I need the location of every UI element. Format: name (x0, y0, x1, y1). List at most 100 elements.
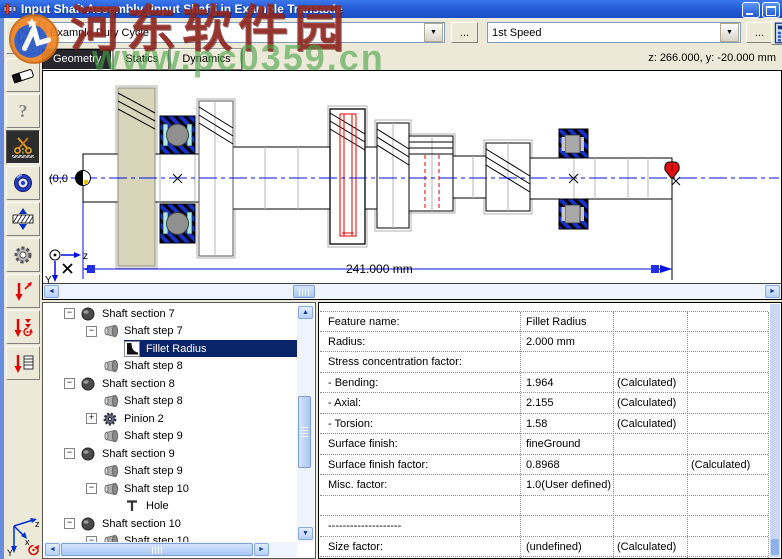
collapse-icon[interactable]: − (64, 448, 75, 460)
gear-selected-red[interactable] (329, 108, 366, 245)
table-column-divider (768, 312, 769, 558)
svg-text:Y: Y (45, 275, 52, 283)
point-load-button[interactable] (6, 274, 40, 308)
gear-tan[interactable] (117, 87, 156, 267)
tabs-row: Geometry Statics Dynamics z: 266.000, y: -… (40, 48, 782, 71)
tree-item[interactable]: Shaft step 8 (44, 358, 297, 376)
title-bar[interactable]: Input Shaft Assembly [Input Shaft] in Ex… (0, 0, 782, 18)
properties-scroll-thumb[interactable] (771, 539, 779, 555)
tree-item-label: Hole (146, 500, 169, 513)
table-row[interactable]: - Axial: 2.155 (Calculated) (320, 393, 768, 414)
prop-label: Radius: (328, 335, 366, 348)
prop-label: -------------------- (328, 520, 402, 532)
tree-item[interactable]: Hole (44, 498, 297, 516)
properties-panel: Feature name: Fillet Radius Radius: 2.000 m… (318, 302, 782, 559)
scroll-left-icon[interactable]: ◄ (45, 543, 60, 556)
duty-cycle-select[interactable]: Example Duty Cycle ▼ (45, 22, 445, 43)
select-tool-button[interactable] (6, 20, 40, 54)
properties-scrollbar[interactable] (770, 304, 780, 557)
load-table-button[interactable] (6, 346, 40, 380)
load-table-icon (10, 351, 36, 375)
prop-label: - Axial: (328, 397, 362, 409)
minimize-button[interactable] (742, 2, 760, 18)
tree-item[interactable]: − Shaft step 10 (44, 533, 297, 542)
cross-section-button[interactable] (6, 202, 40, 236)
table-row[interactable]: Radius: 2.000 mm (320, 332, 768, 352)
prop-status (687, 516, 768, 536)
tree-h-scrollbar[interactable]: ◄ ► (44, 542, 297, 557)
scroll-left-icon[interactable]: ◄ (44, 285, 59, 298)
chevron-down-icon[interactable]: ▼ (424, 23, 443, 42)
tree-v-scrollbar[interactable]: ▲ ▼ (297, 304, 314, 542)
table-row[interactable]: Size factor: (undefined) (Calculated) (320, 537, 768, 557)
scroll-down-icon[interactable]: ▼ (298, 527, 313, 540)
prop-value: 0.8968 (526, 458, 560, 471)
help-icon: ? (10, 99, 36, 123)
drawing-h-scrollbar[interactable]: ◄ ► (43, 283, 781, 299)
prop-label: Size factor: (328, 540, 384, 553)
table-row[interactable]: Surface finish factor: 0.8968 (Calculated) (320, 455, 768, 475)
tree-item[interactable]: − Shaft step 7 (44, 323, 297, 341)
tree-item[interactable]: + Pinion 2 (44, 410, 297, 428)
scroll-right-icon[interactable]: ► (765, 285, 780, 298)
table-row[interactable]: Misc. factor: 1.0(User defined) (320, 475, 768, 496)
eraser-icon (10, 63, 36, 87)
shaft-step-icon (102, 393, 119, 409)
table-row[interactable]: Feature name: Fillet Radius (320, 311, 768, 332)
load-case-browse-button[interactable]: ... (746, 22, 773, 43)
calculator-button[interactable] (771, 20, 782, 45)
drawing-scroll-thumb[interactable] (293, 285, 315, 298)
table-row[interactable]: Stress concentration factor: (320, 352, 768, 373)
table-column-divider (520, 312, 521, 558)
tab-geometry[interactable]: Geometry (40, 48, 114, 71)
origin-marker[interactable] (75, 170, 91, 186)
load-case-select[interactable]: 1st Speed ▼ (487, 22, 741, 43)
tree-item[interactable]: − Shaft section 9 (44, 445, 297, 463)
duty-cycle-browse-button[interactable]: ... (451, 22, 478, 43)
tree-item[interactable]: Fillet Radius (44, 340, 297, 358)
shaft-step-icon (102, 323, 119, 339)
table-row[interactable]: -------------------- (320, 516, 768, 537)
table-row[interactable]: - Torsion: 1.58 (Calculated) (320, 414, 768, 434)
prop-status: (Calculated) (617, 376, 677, 389)
prop-status (687, 312, 768, 331)
help-button[interactable]: ? (6, 94, 40, 128)
maximize-button[interactable] (762, 2, 780, 18)
collapse-icon[interactable]: − (64, 378, 75, 390)
tree-hscroll-thumb[interactable] (61, 543, 253, 556)
tree-item[interactable]: − Shaft section 7 (44, 305, 297, 323)
tree-scroll-thumb[interactable] (298, 396, 311, 468)
collapse-icon[interactable]: − (64, 308, 75, 320)
shaft-section-icon (80, 446, 97, 462)
gear-button[interactable] (6, 238, 40, 272)
eraser-button[interactable] (6, 58, 40, 92)
table-row[interactable] (320, 496, 768, 516)
prop-value (520, 496, 613, 516)
tab-statics[interactable]: Statics (113, 48, 171, 71)
table-row[interactable]: - Bending: 1.964 (Calculated) (320, 373, 768, 393)
chevron-down-icon[interactable]: ▼ (720, 23, 739, 42)
torque-load-button[interactable] (6, 310, 40, 344)
scroll-right-icon[interactable]: ► (254, 543, 269, 556)
prop-status (687, 393, 768, 413)
bearing-button[interactable] (6, 166, 40, 200)
table-row[interactable]: Surface finish: fineGround (320, 434, 768, 455)
orientation-axis-widget[interactable]: z x Y (4, 511, 42, 557)
expand-icon[interactable]: + (86, 413, 97, 425)
prop-status (613, 332, 687, 352)
tree-item[interactable]: − Shaft step 10 (44, 480, 297, 498)
shaft-drawing-canvas[interactable]: 241.000 mm (0,0 z Y (43, 71, 781, 283)
tab-dynamics[interactable]: Dynamics (170, 48, 243, 71)
tree-item[interactable]: − Shaft section 8 (44, 375, 297, 393)
collapse-icon[interactable]: − (86, 483, 97, 495)
collapse-icon[interactable]: − (64, 518, 75, 530)
tree-item[interactable]: Shaft step 8 (44, 393, 297, 411)
tree-item[interactable]: − Shaft section 10 (44, 515, 297, 533)
tree-item[interactable]: Shaft step 9 (44, 428, 297, 446)
tree-item[interactable]: Shaft step 9 (44, 463, 297, 481)
cut-section-button[interactable] (6, 130, 40, 164)
drawing-panel[interactable]: 241.000 mm (0,0 z Y ◄ ► (42, 70, 782, 300)
collapse-icon[interactable]: − (86, 325, 97, 337)
prop-status: (Calculated) (617, 397, 677, 409)
scroll-up-icon[interactable]: ▲ (298, 306, 313, 319)
